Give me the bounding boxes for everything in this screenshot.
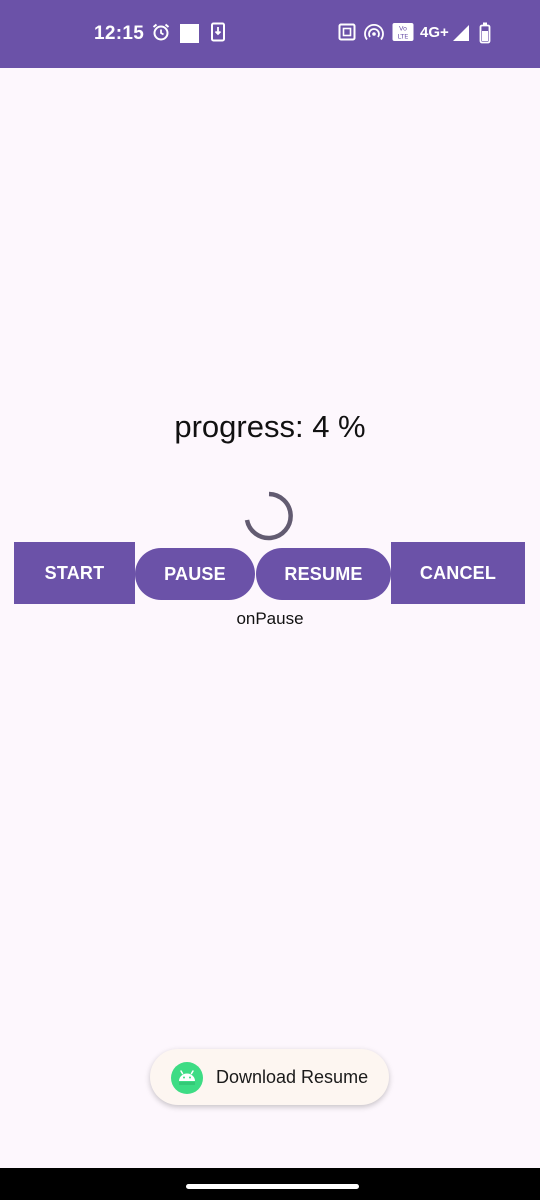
svg-text:Vo: Vo — [399, 25, 407, 33]
network-type: 4G+ — [420, 24, 449, 41]
home-gesture-handle[interactable] — [186, 1184, 359, 1189]
alarm-icon — [152, 23, 170, 41]
battery-icon — [479, 22, 491, 44]
download-icon — [211, 22, 225, 42]
loading-spinner — [244, 491, 293, 541]
notification-square-icon — [180, 24, 199, 43]
hotspot-icon — [364, 24, 384, 41]
signal-icon — [453, 25, 469, 41]
toast-message: Download Resume — [150, 1049, 389, 1105]
state-label: onPause — [236, 609, 304, 628]
status-bar: 12:15 Vo LTE 4G+ — [0, 0, 540, 68]
progress-label: progress: 4 % — [174, 409, 366, 444]
svg-text:LTE: LTE — [398, 33, 409, 41]
android-icon — [171, 1062, 203, 1094]
resume-button[interactable]: RESUME — [256, 548, 391, 600]
nfc-icon — [338, 23, 356, 41]
status-time: 12:15 — [94, 23, 145, 44]
toast-text: Download Resume — [216, 1067, 369, 1087]
volte-icon: Vo LTE — [392, 23, 414, 41]
start-button[interactable]: START — [14, 542, 135, 604]
cancel-button[interactable]: CANCEL — [391, 542, 525, 604]
pause-button[interactable]: PAUSE — [135, 548, 255, 600]
